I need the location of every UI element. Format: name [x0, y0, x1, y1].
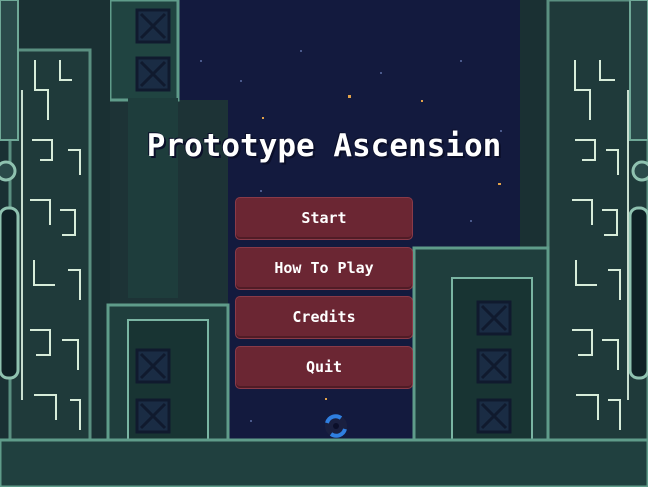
credits-button[interactable]: Credits	[235, 296, 413, 339]
start-button[interactable]: Start	[235, 197, 413, 240]
floor	[0, 438, 648, 487]
game-scene	[0, 0, 648, 487]
spinner-icon	[325, 414, 347, 438]
game-title: Prototype Ascension	[146, 128, 502, 164]
quit-button[interactable]: Quit	[235, 346, 413, 389]
how-to-play-button[interactable]: How To Play	[235, 247, 413, 290]
